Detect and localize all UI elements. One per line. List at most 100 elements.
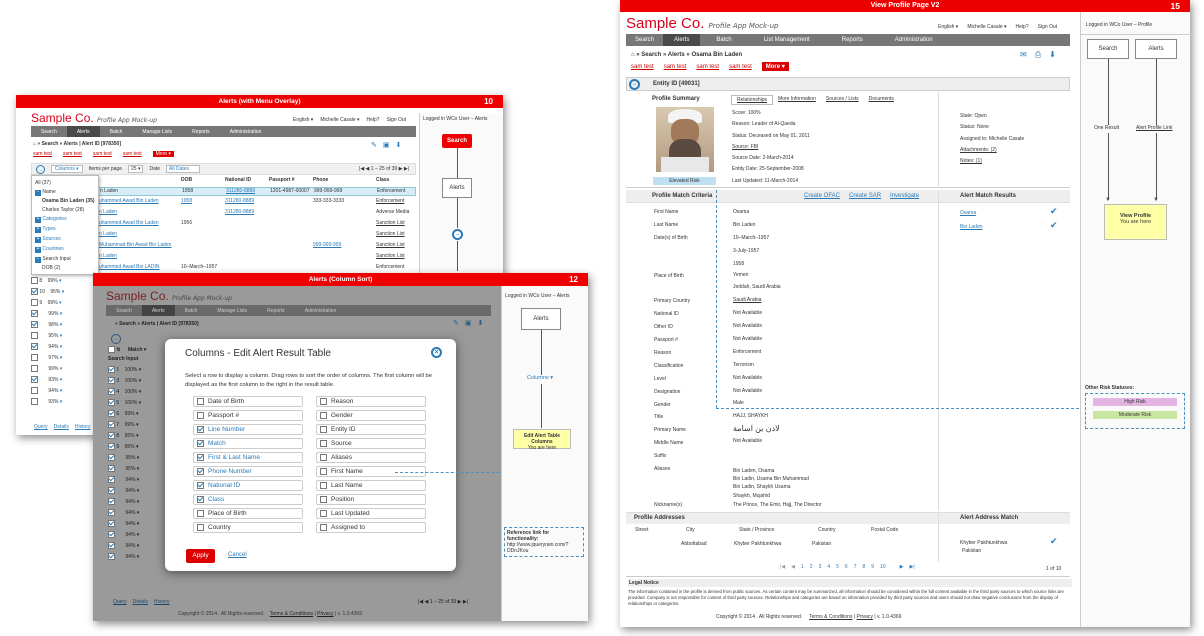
list-item[interactable]: 94% ▾ — [108, 531, 139, 538]
download-icon[interactable]: ⬇ — [396, 141, 402, 149]
column-option[interactable]: Assigned to — [316, 522, 426, 533]
list-item[interactable]: 93% ▾ — [31, 398, 62, 405]
list-item[interactable]: 98% ▾ — [31, 321, 62, 328]
nav-list-management[interactable]: List Management — [748, 34, 826, 46]
attachments-link[interactable]: Attachments: (2) — [960, 145, 1024, 156]
back-circle-icon[interactable]: → — [111, 334, 121, 344]
list-item[interactable]: 94% ▾ — [31, 387, 62, 394]
list-item[interactable]: 94% ▾ — [108, 498, 139, 505]
table-row[interactable]: n Laden 311280-8889 Adverse Media — [96, 209, 416, 218]
table-row[interactable]: uhammed Awad Bin Laden 1956 Sanction List — [96, 220, 416, 229]
list-item[interactable]: 3 100% ▾ — [108, 377, 141, 384]
column-option[interactable]: Match — [193, 438, 303, 449]
first-page-icon[interactable]: |◀ — [780, 564, 785, 570]
create-ofac-link[interactable]: Create OFAC — [804, 193, 840, 199]
facet-categories[interactable]: + Categories — [35, 216, 67, 223]
details-link[interactable]: Details — [133, 599, 148, 605]
nav-alerts[interactable]: Alerts — [66, 126, 100, 137]
page-link[interactable]: 1 — [801, 564, 804, 570]
apply-button[interactable]: Apply — [186, 549, 215, 563]
facet-countries[interactable]: + Countries — [35, 246, 64, 253]
quick-link[interactable]: sam test — [664, 64, 687, 70]
history-link[interactable]: History — [154, 599, 170, 605]
nav-reports[interactable]: Reports — [257, 305, 295, 316]
list-item[interactable]: 1 100% ▾ — [108, 366, 141, 373]
column-option[interactable]: Position — [316, 494, 426, 505]
nav-batch[interactable]: Batch — [700, 34, 747, 46]
list-item[interactable]: 94% ▾ — [108, 487, 139, 494]
list-item[interactable]: 99% ▾ — [31, 365, 62, 372]
quick-link[interactable]: sam test — [729, 64, 752, 70]
tab-more-information[interactable]: More Information — [773, 95, 821, 105]
list-item[interactable]: 8 95% ▾ — [108, 432, 138, 439]
facet-sources[interactable]: + Sources — [35, 236, 61, 243]
trash-icon[interactable]: ▣ — [465, 319, 472, 327]
result-match[interactable]: Osama — [960, 210, 976, 216]
list-item[interactable]: 99% ▾ — [31, 310, 62, 317]
list-item[interactable]: 7 99% ▾ — [108, 421, 138, 428]
nav-reports[interactable]: Reports — [826, 34, 879, 46]
more-button[interactable]: More ▾ — [761, 62, 789, 71]
page-link[interactable]: 8 — [862, 564, 865, 570]
column-option[interactable]: Line Number — [193, 424, 303, 435]
column-option[interactable]: Last Name — [316, 480, 426, 491]
column-option[interactable]: Entity ID — [316, 424, 426, 435]
nav-administration[interactable]: Administration — [879, 34, 949, 46]
privacy-link[interactable]: Privacy — [317, 611, 333, 617]
page-link[interactable]: 5 — [836, 564, 839, 570]
paperclip-icon[interactable]: ✎ — [371, 141, 377, 149]
column-option[interactable]: First & Last Name — [193, 452, 303, 463]
pager[interactable]: |◀ ◀ 1 – 25 of 39 ▶ ▶| — [418, 599, 468, 605]
page-link[interactable]: 6 — [845, 564, 848, 570]
last-page-icon[interactable]: ▶| — [909, 564, 914, 570]
columns-dropdown[interactable]: Columns ▾ — [51, 165, 83, 173]
nav-search[interactable]: Search — [106, 305, 142, 316]
investigate-link[interactable]: Investigate — [890, 193, 919, 199]
tab-relationships[interactable]: Relationships — [731, 95, 774, 105]
quick-link[interactable]: sam test — [696, 64, 719, 70]
download-icon[interactable]: ⬇ — [478, 319, 484, 327]
back-circle-icon[interactable]: → — [629, 79, 640, 90]
column-option[interactable]: Class — [193, 494, 303, 505]
date-select[interactable]: All Dates — [166, 165, 201, 173]
list-item[interactable]: 93% ▾ — [31, 376, 62, 383]
column-option[interactable]: Country — [193, 522, 303, 533]
nav-administration[interactable]: Administration — [295, 305, 347, 316]
column-option[interactable]: Gender — [316, 410, 426, 421]
quick-link[interactable]: sam test — [93, 151, 112, 157]
close-icon[interactable]: × — [431, 347, 442, 358]
nav-batch[interactable]: Batch — [175, 305, 208, 316]
facet-search-input[interactable]: − Search Input — [35, 256, 71, 263]
facet-all[interactable]: All (37) — [35, 180, 51, 186]
pager[interactable]: |◀ ◀ 1 – 25 of 39 ▶ ▶| — [359, 166, 409, 172]
list-item[interactable]: 95% ▾ — [108, 465, 139, 472]
terms-link[interactable]: Terms & Conditions — [270, 611, 313, 617]
cancel-link[interactable]: Cancel — [228, 552, 247, 558]
facet-option[interactable]: Osama Bin Laden (35) — [42, 198, 95, 204]
list-item[interactable]: 4 100% ▾ — [108, 388, 141, 395]
table-row[interactable]: n Laden Sanction List — [96, 231, 416, 240]
list-item[interactable]: 10 95% ▾ — [31, 288, 64, 295]
nav-manage-lists[interactable]: Manage Lists — [207, 305, 257, 316]
facet-name[interactable]: − Name — [35, 189, 56, 196]
details-link[interactable]: Details — [54, 424, 69, 430]
page-link[interactable]: 10 — [880, 564, 886, 570]
result-match[interactable]: Bin Laden — [960, 224, 983, 230]
nav-alerts[interactable]: Alerts — [141, 305, 175, 316]
nav-alerts[interactable]: Alerts — [663, 34, 701, 46]
column-option[interactable]: National ID — [193, 480, 303, 491]
quick-link[interactable]: sam test — [33, 151, 52, 157]
user-menu[interactable]: English ▾ Michelle Casale ▾ Help? Sign Out — [293, 117, 406, 123]
column-option[interactable]: Last Updated — [316, 508, 426, 519]
table-row[interactable]: uhammed Awad Bin Laden 1958 311280-8889 333… — [96, 198, 416, 207]
create-sar-link[interactable]: Create SAR — [849, 193, 881, 199]
privacy-link[interactable]: Privacy — [857, 614, 873, 620]
list-item[interactable]: 95% ▾ — [31, 332, 62, 339]
back-circle-icon[interactable]: → — [36, 164, 45, 174]
criteria-value[interactable]: Saudi Arabia — [733, 297, 761, 303]
facet-types[interactable]: + Types — [35, 226, 56, 233]
facet-option[interactable]: DOB (2) — [42, 265, 60, 271]
list-item[interactable]: 9 99% ▾ — [31, 299, 61, 306]
nav-search[interactable]: Search — [31, 126, 67, 137]
page-link[interactable]: 7 — [854, 564, 857, 570]
